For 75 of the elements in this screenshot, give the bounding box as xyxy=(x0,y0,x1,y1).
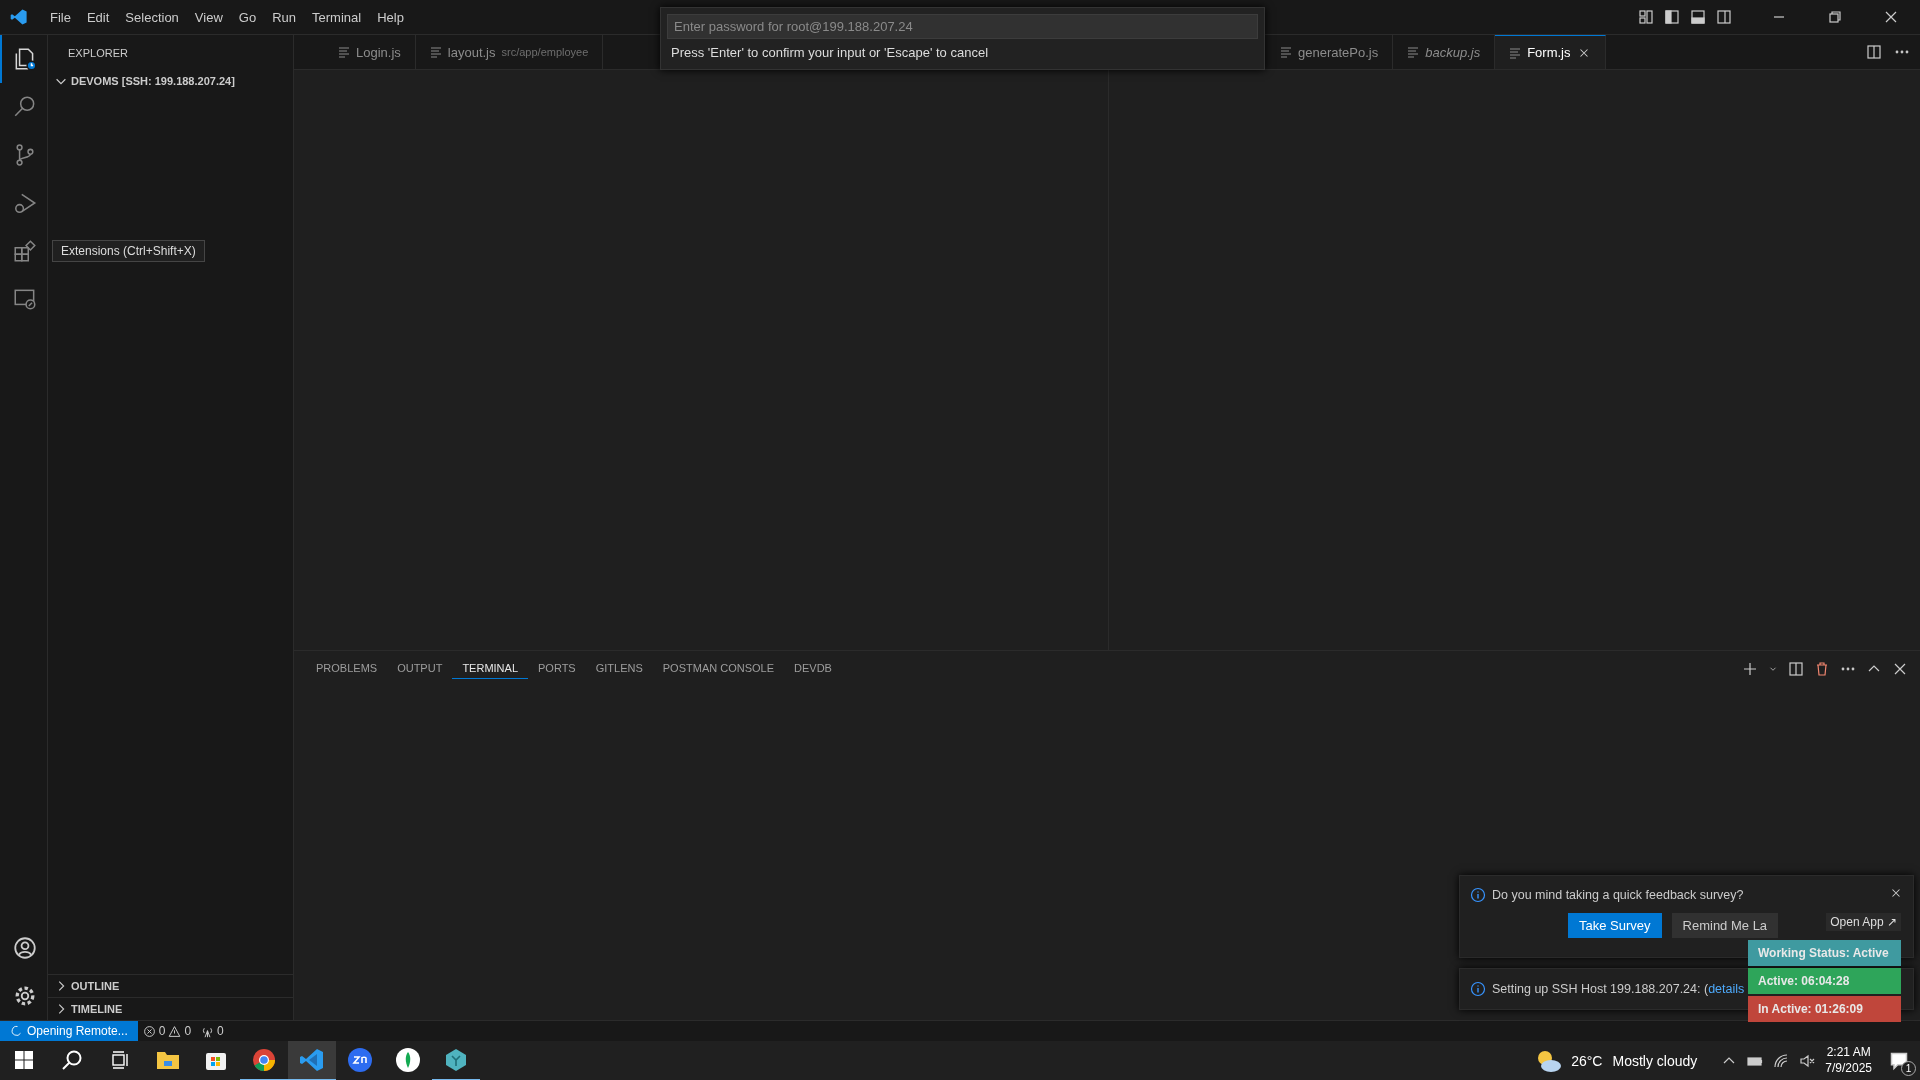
tooltip: Extensions (Ctrl+Shift+X) xyxy=(52,240,205,262)
task-view-icon[interactable] xyxy=(110,1050,130,1070)
status-banner: Working Status: Active xyxy=(1748,940,1901,966)
extensions-icon[interactable] xyxy=(11,238,38,264)
menu-item[interactable]: Edit xyxy=(78,6,118,28)
folder-label: DEVOMS [SSH: 199.188.207.24] xyxy=(71,75,235,87)
split-editor-icon[interactable] xyxy=(1866,44,1882,60)
menu-item[interactable]: Selection xyxy=(117,6,187,28)
menu-item[interactable]: View xyxy=(186,6,231,28)
layout-icon[interactable] xyxy=(1638,9,1654,25)
status-banner: Active: 06:04:28 xyxy=(1748,968,1901,994)
file-lines-icon xyxy=(1407,46,1420,58)
app-logo-icon xyxy=(10,8,28,26)
weather-temperature[interactable]: 26°C xyxy=(1571,1053,1603,1069)
clock-date[interactable]: 7/9/2025 xyxy=(1825,1061,1872,1077)
notification-count: 1 xyxy=(1901,1061,1916,1076)
problems-status[interactable]: 0 0 xyxy=(137,1024,197,1038)
notification-center-icon[interactable] xyxy=(1889,1051,1909,1071)
notification-button[interactable]: Take Survey xyxy=(1568,913,1662,938)
weather-condition[interactable]: Mostly cloudy xyxy=(1612,1053,1698,1069)
panel-tab[interactable]: PORTS xyxy=(528,658,586,679)
panel-tab[interactable]: PROBLEMS xyxy=(306,658,388,679)
info-icon xyxy=(1470,981,1486,997)
wifi-icon[interactable] xyxy=(1773,1053,1790,1069)
panel-tab[interactable]: POSTMAN CONSOLE xyxy=(652,658,785,679)
loading-icon xyxy=(10,1025,22,1037)
clock-time[interactable]: 2:21 AM xyxy=(1826,1045,1871,1061)
panel-tab[interactable]: GITLENS xyxy=(585,658,653,679)
notification-message: Setting up SSH Host 199.188.207.24: (details xyxy=(1492,982,1745,996)
search-icon[interactable] xyxy=(61,1049,83,1071)
ports-status[interactable]: 0 xyxy=(196,1024,229,1038)
notification-button[interactable]: Remind Me La xyxy=(1671,913,1779,938)
input-hint: Press 'Enter' to confirm your input or 'Escape' to cancel xyxy=(670,45,989,62)
file-lines-icon xyxy=(338,46,350,58)
menu-item[interactable]: Terminal xyxy=(304,6,370,28)
account-icon[interactable] xyxy=(12,936,37,960)
details-link[interactable]: details xyxy=(1708,982,1745,996)
muted-speaker-icon[interactable] xyxy=(1799,1053,1816,1069)
section-header[interactable]: TIMELINE xyxy=(71,1003,123,1015)
trash-icon[interactable] xyxy=(1814,660,1830,677)
video-call-icon xyxy=(347,1047,373,1073)
editor-tab[interactable]: Form.js xyxy=(1495,35,1606,69)
password-field[interactable]: Enter password for root@199.188.207.24 xyxy=(667,14,1258,39)
status-banner: In Active: 01:26:09 xyxy=(1748,996,1901,1022)
notification-message: Do you mind taking a quick feedback survey? xyxy=(1492,887,1744,902)
split-terminal-icon[interactable] xyxy=(1788,660,1804,677)
browser-icon xyxy=(251,1047,277,1073)
add-terminal-icon[interactable] xyxy=(1742,660,1758,677)
code-editor-icon xyxy=(299,1047,325,1073)
menu-item[interactable]: File xyxy=(42,6,79,28)
warning-icon xyxy=(168,1024,182,1038)
menu-item[interactable]: Run xyxy=(264,6,304,28)
sidebar-title: EXPLORER xyxy=(68,46,128,59)
cloudy-moon-icon xyxy=(1537,1050,1562,1072)
remote-status[interactable]: Opening Remote... xyxy=(0,1021,138,1041)
panel-tab[interactable]: TERMINAL xyxy=(452,658,528,679)
info-icon xyxy=(1470,886,1486,903)
file-lines-icon xyxy=(1280,46,1292,58)
menu-item[interactable]: Help xyxy=(369,6,412,28)
secondary-sidebar-icon[interactable] xyxy=(1716,9,1732,25)
file-lines-icon xyxy=(429,46,442,58)
section-header[interactable]: OUTLINE xyxy=(71,980,120,992)
error-icon xyxy=(142,1024,156,1038)
windows-start-icon[interactable] xyxy=(15,1051,33,1069)
panel-tab[interactable]: OUTPUT xyxy=(387,658,453,679)
folder-row[interactable]: DEVOMS [SSH: 199.188.207.24] xyxy=(48,70,293,92)
restore-icon[interactable] xyxy=(1827,9,1843,25)
open-app-button[interactable]: Open App ↗ xyxy=(1826,913,1901,931)
panel-tab[interactable]: DEVDB xyxy=(784,658,842,679)
leaf-icon xyxy=(395,1047,421,1073)
menu-item[interactable]: Go xyxy=(230,6,265,28)
sidebar-toggle-icon[interactable] xyxy=(1664,9,1680,25)
panel-toggle-icon[interactable] xyxy=(1690,9,1706,25)
file-lines-icon xyxy=(1509,46,1522,59)
close-icon[interactable] xyxy=(1883,9,1899,25)
